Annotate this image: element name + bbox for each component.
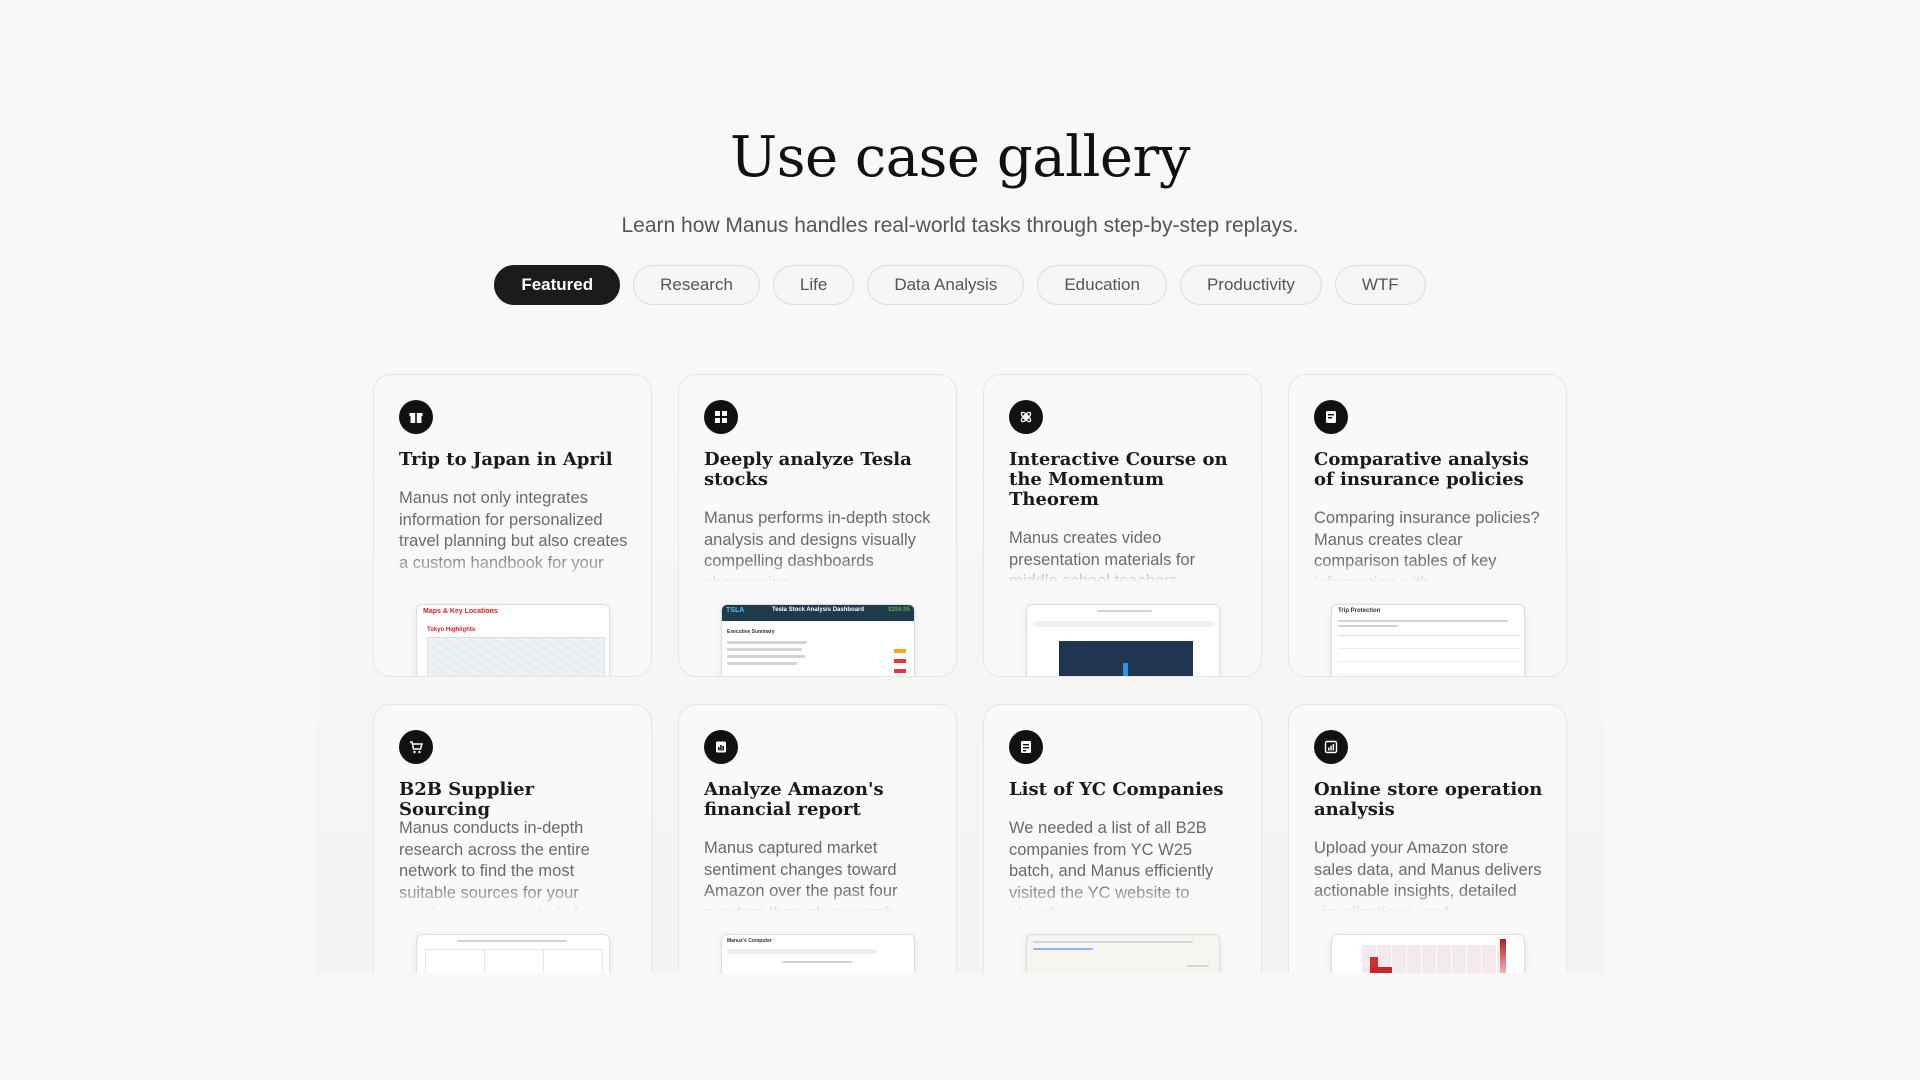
page-subtitle: Learn how Manus handles real-world tasks… (621, 214, 1299, 237)
tab-research[interactable]: Research (633, 265, 760, 305)
hero-section: Use case gallery Learn how Manus handles… (0, 120, 1920, 240)
card-title: Comparative analysis of insurance polici… (1314, 449, 1529, 490)
preview-video-object (1123, 663, 1128, 676)
use-case-card-tesla-stocks[interactable]: Deeply analyze Tesla stocks Manus perfor… (678, 374, 957, 677)
preview-text-line (727, 662, 797, 665)
tab-life[interactable]: Life (772, 265, 855, 305)
bar-chart-icon (1314, 730, 1348, 764)
preview-map (427, 637, 605, 676)
card-description: Manus conducts in-depth research across … (399, 819, 596, 912)
preview-heading: Tesla Stock Analysis Dashboard (772, 607, 865, 613)
tab-data-analysis[interactable]: Data Analysis (867, 265, 1025, 305)
gift-icon (399, 400, 433, 434)
card-preview-thumbnail: Trip Protection (1331, 604, 1525, 676)
tab-featured[interactable]: Featured (494, 265, 621, 305)
preview-ticker: TSLA (726, 607, 745, 614)
page-title: Use case gallery (730, 125, 1190, 190)
tab-education[interactable]: Education (1037, 265, 1167, 305)
card-title: List of YC Companies (1009, 779, 1224, 800)
preview-text-line (782, 961, 852, 963)
card-title: B2B Supplier Sourcing (399, 779, 535, 820)
card-title: Trip to Japan in April (399, 449, 613, 470)
card-description: Manus not only integrates information fo… (399, 489, 628, 572)
card-preview-thumbnail (1026, 934, 1220, 973)
use-case-card-yc-companies[interactable]: List of YC Companies We needed a list of… (983, 704, 1262, 973)
preview-nav-bar (1035, 621, 1213, 627)
gallery-viewport: Trip to Japan in April Manus not only in… (315, 373, 1605, 973)
card-description: Upload your Amazon store sales data, and… (1314, 839, 1542, 912)
card-preview-thumbnail (1331, 934, 1525, 973)
preview-text-line (727, 641, 807, 644)
card-description: Manus creates video presentation materia… (1009, 529, 1196, 582)
preview-form (425, 949, 603, 973)
use-case-card-japan-trip[interactable]: Trip to Japan in April Manus not only in… (373, 374, 652, 677)
document-icon (1314, 400, 1348, 434)
preview-text-line (1187, 965, 1209, 967)
preview-heatmap-cell (1500, 939, 1506, 973)
card-preview-thumbnail: TSLA Tesla Stock Analysis Dashboard $284… (721, 604, 915, 676)
preview-section: Executive Summary (727, 629, 775, 635)
preview-address-bar (727, 949, 877, 954)
preview-heading: Maps & Key Locations (423, 608, 498, 615)
use-case-grid: Trip to Japan in April Manus not only in… (373, 374, 1567, 973)
category-tabs: Featured Research Life Data Analysis Edu… (0, 265, 1920, 305)
chart-icon (704, 400, 738, 434)
card-description: Manus captured market sentiment changes … (704, 839, 898, 912)
preview-text-line (1097, 610, 1152, 612)
preview-heading: Manus's Computer (727, 938, 772, 944)
preview-text-line (727, 648, 802, 651)
tab-productivity[interactable]: Productivity (1179, 265, 1322, 305)
cart-icon (399, 730, 433, 764)
preview-table (1338, 635, 1520, 676)
card-preview-thumbnail (416, 934, 610, 973)
preview-subheading: Tokyo Highlights (427, 627, 476, 633)
card-description: We needed a list of all B2B companies fr… (1009, 819, 1214, 912)
preview-link-line (1033, 948, 1093, 950)
preview-status-badge (894, 649, 906, 653)
use-case-card-b2b-sourcing[interactable]: B2B Supplier Sourcing Manus conducts in-… (373, 704, 652, 973)
report-icon (704, 730, 738, 764)
preview-text-line (1033, 941, 1193, 943)
card-title: Interactive Course on the Momentum Theor… (1009, 449, 1228, 510)
atom-icon (1009, 400, 1043, 434)
preview-text-line (457, 940, 567, 942)
page: Use case gallery Learn how Manus handles… (0, 0, 1920, 1080)
use-case-card-online-store-analysis[interactable]: Online store operation analysis Upload y… (1288, 704, 1567, 973)
card-title: Analyze Amazon's financial report (704, 779, 884, 820)
use-case-card-momentum-course[interactable]: Interactive Course on the Momentum Theor… (983, 374, 1262, 677)
preview-heatmap-cell (1370, 957, 1378, 967)
preview-status-badge (894, 659, 906, 663)
tab-wtf[interactable]: WTF (1334, 265, 1426, 305)
preview-text-line (1338, 625, 1398, 627)
card-preview-thumbnail (1026, 604, 1220, 676)
preview-text-line (1338, 620, 1508, 622)
preview-price: $284.95 (888, 607, 910, 613)
card-title: Deeply analyze Tesla stocks (704, 449, 912, 490)
card-description: Comparing insurance policies? Manus crea… (1314, 509, 1540, 582)
card-title: Online store operation analysis (1314, 779, 1543, 820)
list-icon (1009, 730, 1043, 764)
card-preview-thumbnail: Maps & Key Locations Tokyo Highlights (416, 604, 610, 676)
use-case-card-amazon-financials[interactable]: Analyze Amazon's financial report Manus … (678, 704, 957, 973)
preview-text-line (727, 655, 805, 658)
card-preview-thumbnail: Manus's Computer (721, 934, 915, 973)
preview-heatmap-cell (1370, 967, 1392, 973)
preview-heading: Trip Protection (1338, 608, 1381, 614)
card-description: Manus performs in-depth stock analysis a… (704, 509, 931, 582)
use-case-card-insurance-comparison[interactable]: Comparative analysis of insurance polici… (1288, 374, 1567, 677)
preview-status-badge (894, 669, 906, 673)
